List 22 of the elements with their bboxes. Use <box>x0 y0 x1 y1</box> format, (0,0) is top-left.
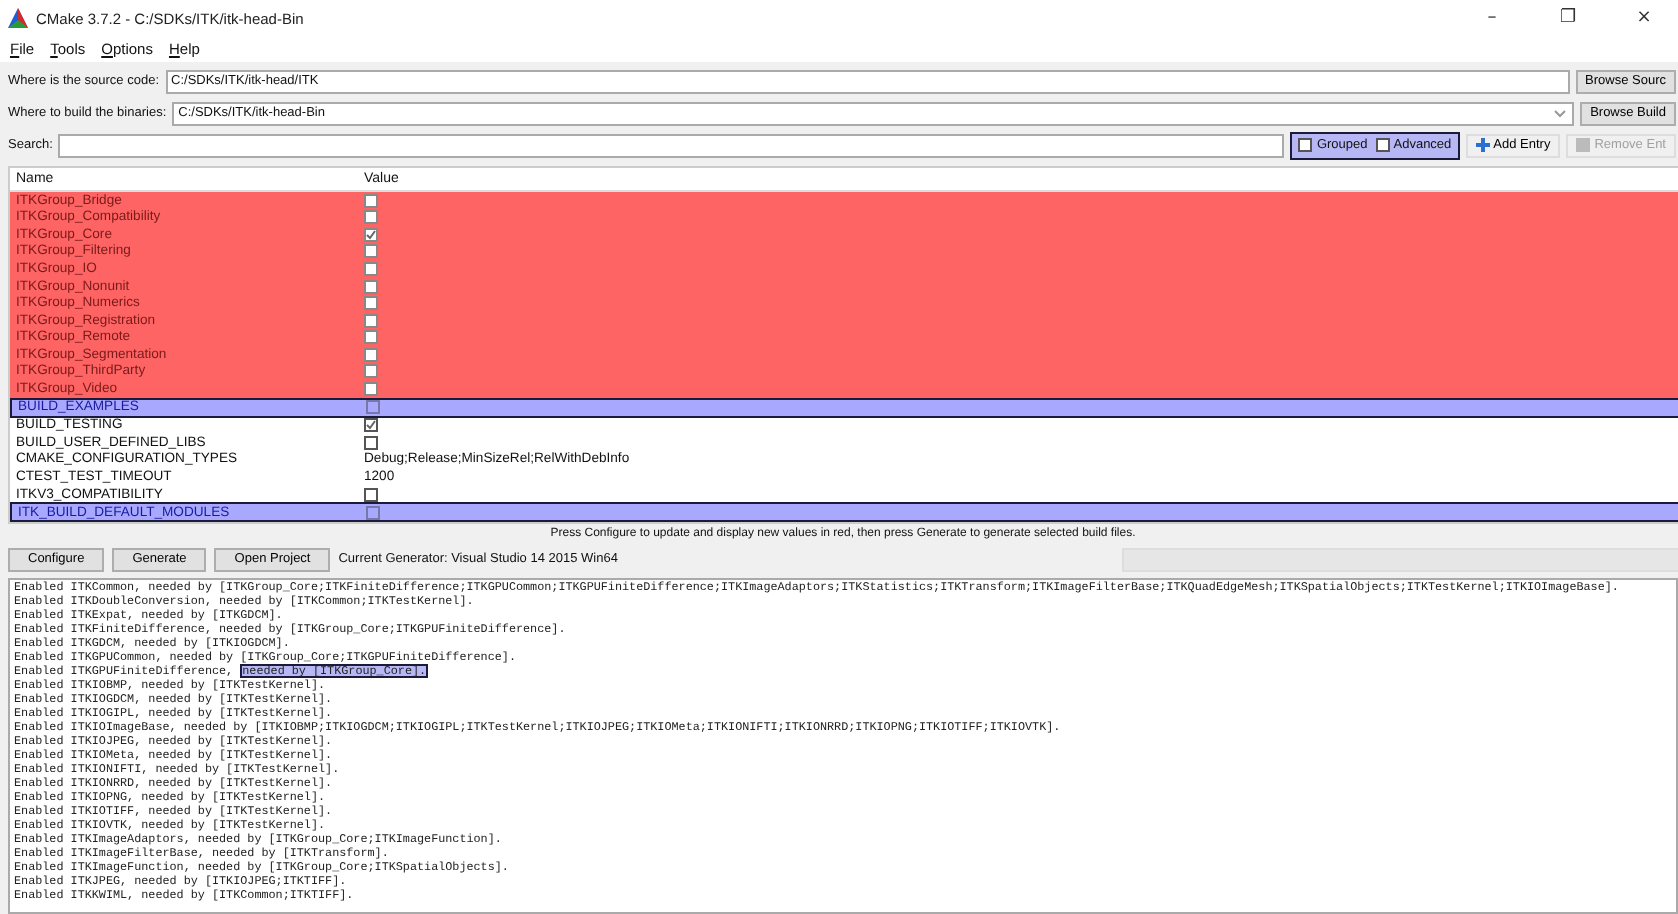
value-checkbox[interactable] <box>364 435 378 450</box>
value-checkbox[interactable] <box>364 261 378 276</box>
value-checkbox[interactable] <box>366 505 380 520</box>
value-checkbox[interactable] <box>364 296 378 311</box>
value-checkbox[interactable] <box>364 313 378 328</box>
value-checkbox[interactable] <box>364 227 378 242</box>
value-checkbox[interactable] <box>364 364 378 379</box>
triangle-logo-icon <box>8 8 28 28</box>
value-checkbox[interactable] <box>364 418 378 433</box>
value-checkbox[interactable] <box>364 487 378 502</box>
value-checkbox[interactable] <box>364 330 378 345</box>
value-checkbox[interactable] <box>364 244 378 259</box>
value-checkbox[interactable] <box>364 210 378 225</box>
plus-icon <box>1475 138 1490 152</box>
grouped-checkbox[interactable] <box>1298 138 1313 152</box>
value-checkbox[interactable] <box>366 400 380 415</box>
search-field[interactable] <box>58 133 1285 157</box>
value-checkbox[interactable] <box>364 381 378 396</box>
advanced-checkbox[interactable] <box>1375 138 1390 152</box>
value-checkbox[interactable] <box>364 347 378 362</box>
value-checkbox[interactable] <box>364 193 378 208</box>
value-checkbox[interactable] <box>364 279 378 293</box>
